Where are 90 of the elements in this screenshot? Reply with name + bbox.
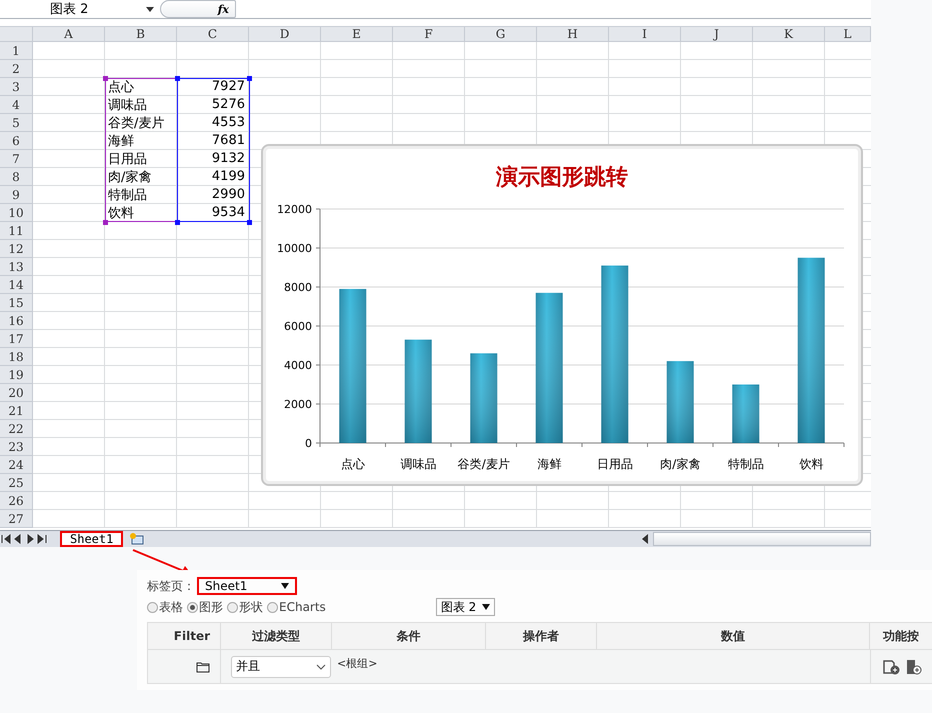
row-header[interactable]: 17: [0, 330, 33, 348]
column-header: 过滤类型: [221, 623, 332, 650]
resize-handle[interactable]: [175, 220, 180, 225]
column-header[interactable]: A: [33, 27, 105, 42]
category-label: 点心: [340, 457, 365, 471]
row-header[interactable]: 6: [0, 132, 33, 150]
row-header[interactable]: 15: [0, 294, 33, 312]
radio-option[interactable]: ECharts: [267, 600, 326, 614]
row-header[interactable]: 26: [0, 492, 33, 510]
name-box[interactable]: 图表 2: [0, 0, 160, 18]
filter-type-select[interactable]: 并且: [231, 656, 331, 678]
row-header[interactable]: 1: [0, 42, 33, 60]
last-sheet-icon[interactable]: [36, 533, 48, 545]
y-tick-label: 8000: [284, 281, 312, 294]
y-tick-label: 0: [305, 437, 312, 450]
row-header[interactable]: 16: [0, 312, 33, 330]
row-header[interactable]: 10: [0, 204, 33, 222]
folder-icon: [196, 660, 210, 672]
sheet-tab[interactable]: Sheet1: [60, 531, 124, 547]
column-header[interactable]: J: [681, 27, 753, 42]
column-header: 数值: [597, 623, 870, 650]
row-header[interactable]: 19: [0, 366, 33, 384]
caret-icon: [281, 583, 289, 589]
column-header[interactable]: I: [609, 27, 681, 42]
y-tick-label: 6000: [284, 320, 312, 333]
category-label: 谷类/麦片: [458, 457, 510, 471]
row-header[interactable]: 9: [0, 186, 33, 204]
resize-handle[interactable]: [175, 76, 180, 81]
category-label: 海鲜: [537, 457, 562, 471]
row-header[interactable]: 13: [0, 258, 33, 276]
row-header[interactable]: 3: [0, 78, 33, 96]
caret-icon: [482, 604, 490, 610]
row-header[interactable]: 5: [0, 114, 33, 132]
category-label: 日用品: [596, 457, 633, 471]
radio-option[interactable]: 表格: [147, 598, 183, 616]
y-tick-label: 4000: [284, 359, 312, 372]
sheet-select[interactable]: Sheet1: [197, 577, 297, 595]
row-header[interactable]: 4: [0, 96, 33, 114]
category-label: 调味品: [400, 457, 436, 471]
row-header[interactable]: 2: [0, 60, 33, 78]
row-header[interactable]: 22: [0, 420, 33, 438]
new-sheet-icon[interactable]: [129, 532, 146, 546]
column-header[interactable]: C: [177, 27, 249, 42]
y-tick-label: 10000: [277, 242, 312, 255]
function-button[interactable]: fx: [160, 0, 236, 18]
row-header[interactable]: 18: [0, 348, 33, 366]
field-label: 标签页：: [147, 578, 195, 594]
group-label: <根组>: [337, 656, 378, 671]
row-header[interactable]: 24: [0, 456, 33, 474]
radio-option[interactable]: 形状: [227, 598, 263, 616]
column-header[interactable]: E: [321, 27, 393, 42]
radio-option[interactable]: 图形: [187, 598, 223, 616]
chart-title: 演示图形跳转: [496, 164, 628, 190]
add-group-icon[interactable]: [906, 658, 922, 674]
first-sheet-icon[interactable]: [0, 533, 12, 545]
chart-select[interactable]: 图表 2: [436, 598, 496, 616]
add-condition-icon[interactable]: [882, 658, 900, 674]
resize-handle[interactable]: [103, 76, 108, 81]
column-header: 操作者: [486, 623, 597, 650]
scrollbar-thumb[interactable]: [653, 532, 871, 546]
column-header[interactable]: K: [753, 27, 825, 42]
row-header[interactable]: 7: [0, 150, 33, 168]
category-label: 饮料: [799, 457, 824, 471]
resize-handle[interactable]: [247, 76, 252, 81]
chevron-down-icon: [316, 664, 326, 670]
column-header: 条件: [332, 623, 486, 650]
y-tick-label: 2000: [284, 398, 312, 411]
row-header[interactable]: 8: [0, 168, 33, 186]
row-header[interactable]: 14: [0, 276, 33, 294]
column-header: Filter: [148, 623, 221, 650]
column-header[interactable]: G: [465, 27, 537, 42]
column-header[interactable]: B: [105, 27, 177, 42]
column-header: 功能按: [870, 623, 932, 650]
row-header[interactable]: 23: [0, 438, 33, 456]
column-header[interactable]: H: [537, 27, 609, 42]
y-tick-label: 12000: [277, 203, 312, 216]
category-label: 肉/家禽: [660, 457, 700, 471]
category-label: 特制品: [728, 457, 764, 471]
resize-handle[interactable]: [247, 220, 252, 225]
row-header[interactable]: 27: [0, 510, 33, 528]
row-header[interactable]: 20: [0, 384, 33, 402]
row-header[interactable]: 21: [0, 402, 33, 420]
column-header[interactable]: D: [249, 27, 321, 42]
scroll-left-icon[interactable]: [641, 534, 649, 544]
row-header[interactable]: 12: [0, 240, 33, 258]
column-header[interactable]: L: [825, 27, 871, 42]
column-header[interactable]: F: [393, 27, 465, 42]
row-header[interactable]: 25: [0, 474, 33, 492]
row-header[interactable]: 11: [0, 222, 33, 240]
resize-handle[interactable]: [103, 220, 108, 225]
